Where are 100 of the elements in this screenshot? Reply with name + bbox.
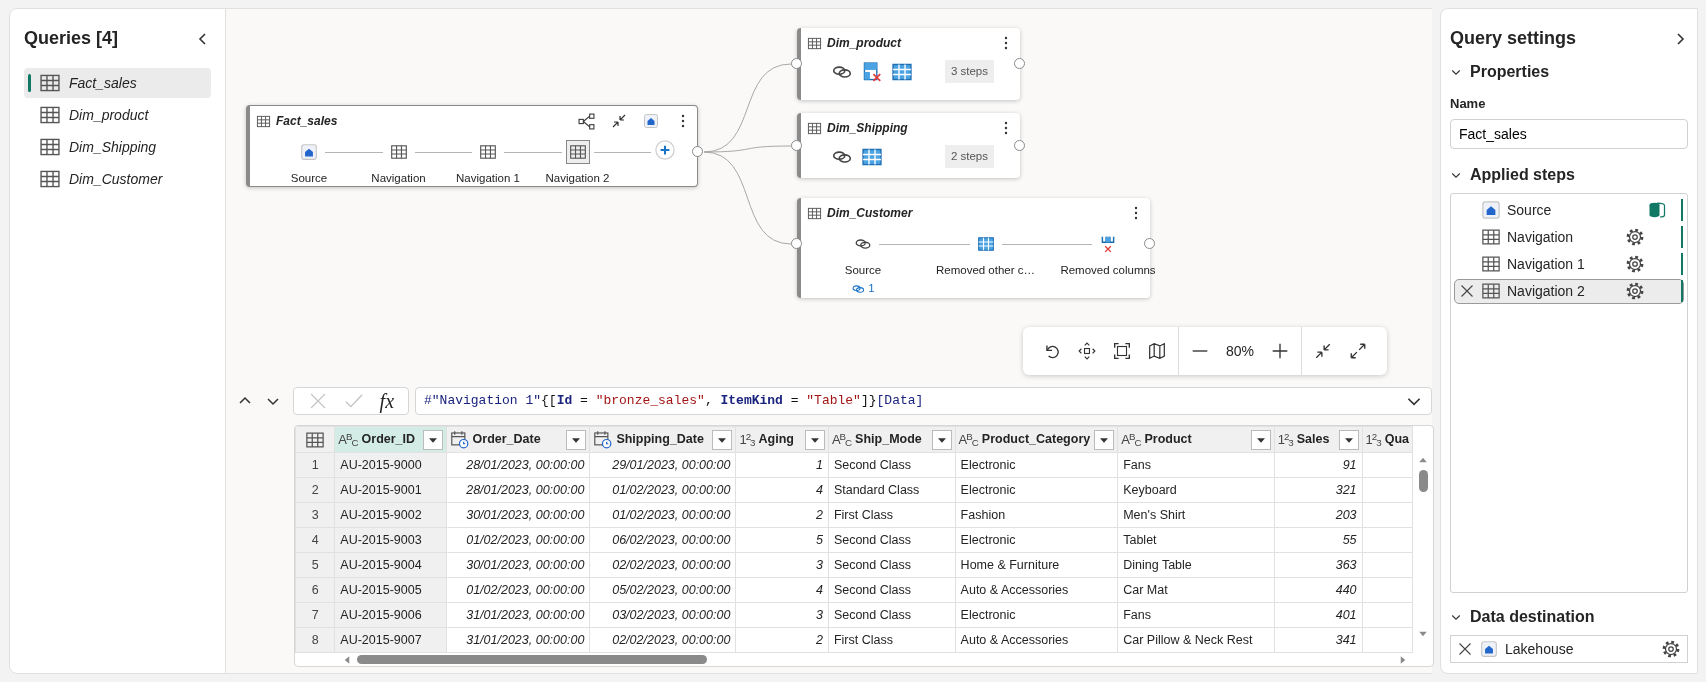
filter-button[interactable]	[566, 429, 587, 450]
filter-button[interactable]	[712, 429, 733, 450]
table-cell: Keyboard	[1117, 477, 1275, 503]
step-count: 3 steps	[944, 60, 994, 84]
applied-step[interactable]: Source	[1454, 197, 1684, 223]
column-header[interactable]: 1$^{2}$$_{3}$ Qua	[1362, 426, 1413, 453]
table-cell: 91	[1274, 452, 1363, 478]
connection-port[interactable]	[1014, 140, 1025, 151]
remove-rows-icon[interactable]	[861, 60, 883, 83]
column-header[interactable]: Order_Date	[446, 426, 590, 453]
table-icon	[1481, 281, 1501, 301]
settings-icon[interactable]	[1625, 281, 1645, 301]
destination-item[interactable]: Lakehouse	[1450, 635, 1688, 663]
table-cell: AU-2015-9000	[334, 452, 447, 478]
step-label: Navigation 2	[1507, 281, 1586, 301]
table-icon	[256, 113, 271, 129]
applied-step[interactable]: Navigation 1	[1454, 251, 1684, 277]
column-header[interactable]: A$^{B}$$_{C}$ Product	[1117, 426, 1275, 453]
lakehouse-icon[interactable]	[643, 113, 659, 129]
undo-icon[interactable]	[1043, 342, 1061, 360]
step-label: Removed columns	[1060, 263, 1156, 278]
step-label: Navigation 1	[456, 171, 520, 186]
table-cell: 4	[735, 577, 829, 603]
row-number: 3	[295, 502, 335, 528]
column-header[interactable]: A$^{B}$$_{C}$ Product_Category	[955, 426, 1118, 453]
database-icon	[1647, 200, 1667, 220]
column-header[interactable]: A$^{B}$$_{C}$ Ship_Mode	[828, 426, 956, 453]
connector-line	[504, 152, 562, 153]
filter-button[interactable]	[1250, 429, 1271, 450]
connection-port[interactable]	[1014, 58, 1025, 69]
applied-step[interactable]: Navigation	[1454, 224, 1684, 250]
query-node[interactable]: Dim_Shipping 2 steps	[797, 113, 1020, 178]
filter-button[interactable]	[804, 429, 825, 450]
column-header[interactable]: Shipping_Date	[589, 426, 736, 453]
table-cell: Auto & Accessories	[955, 627, 1118, 653]
column-header[interactable]: 1$^{2}$$_{3}$ Aging	[735, 426, 829, 453]
formula-field[interactable]: #"Navigation 1"{[Id = "bronze_sales", ItemKind = "Table"]}[Data]	[415, 387, 1432, 415]
row-number: 4	[295, 527, 335, 553]
query-node[interactable]: Dim_product 3 steps	[797, 28, 1020, 100]
expand-icon[interactable]	[1349, 342, 1368, 360]
function-button[interactable]: fx	[379, 391, 395, 411]
table-cell: 3	[735, 602, 829, 628]
table-cell: 1	[735, 452, 829, 478]
fit-icon[interactable]	[1113, 342, 1131, 360]
settings-icon[interactable]	[1625, 227, 1645, 247]
table-cell: 06/02/2023, 00:00:00	[589, 527, 736, 553]
scrollbar-thumb[interactable]	[357, 655, 707, 664]
column-header[interactable]: A$^{B}$$_{C}$ Order_ID	[334, 426, 447, 453]
column-name: Order_Date	[472, 431, 541, 449]
section-heading: Applied steps	[1470, 164, 1575, 185]
scrollbar-thumb[interactable]	[1418, 470, 1428, 492]
date-time-icon	[449, 430, 469, 449]
table-cell: Fashion	[955, 502, 1118, 528]
delete-icon[interactable]	[1457, 641, 1473, 657]
filter-button[interactable]	[931, 429, 952, 450]
collapse-icon[interactable]	[611, 113, 627, 129]
connection-port[interactable]	[692, 146, 703, 157]
table-icon	[39, 168, 61, 190]
table-cell: Dining Table	[1117, 552, 1275, 578]
pan-icon[interactable]	[1078, 342, 1096, 360]
settings-icon[interactable]	[1661, 639, 1681, 659]
applied-step[interactable]: Navigation 2	[1454, 278, 1684, 304]
zoom-in-icon[interactable]	[1271, 342, 1290, 360]
table-cell: Second Class	[828, 577, 956, 603]
row-number: 8	[295, 627, 335, 653]
delete-icon[interactable]	[1459, 283, 1475, 299]
filter-button[interactable]	[1338, 429, 1359, 450]
diagram-icon[interactable]	[578, 112, 595, 130]
row-number: 1	[295, 452, 335, 478]
table-cell: 02/02/2023, 00:00:00	[589, 627, 736, 653]
table-cell: Standard Class	[828, 477, 956, 503]
map-icon[interactable]	[1148, 342, 1166, 360]
filter-button[interactable]	[422, 429, 443, 450]
query-item[interactable]: Dim_Shipping	[24, 132, 211, 162]
name-field[interactable]: Fact_sales	[1450, 118, 1688, 149]
connection-port[interactable]	[791, 58, 802, 69]
step-label: Removed other c…	[935, 263, 1036, 278]
query-node[interactable]: Fact_sales Source Navigation Navigation 1 Navigation 2	[246, 105, 698, 187]
link-count[interactable]: 1	[868, 280, 875, 298]
table-icon[interactable]	[565, 140, 590, 164]
row-number: 6	[295, 577, 335, 603]
column-header[interactable]: 1$^{2}$$_{3}$ Sales	[1274, 426, 1363, 453]
table-icon	[1481, 227, 1501, 247]
filter-button[interactable]	[1094, 429, 1115, 450]
connection-port[interactable]	[791, 140, 802, 151]
connection-port[interactable]	[1144, 238, 1155, 249]
table-cell: 01/02/2023, 00:00:00	[446, 527, 590, 553]
connection-port[interactable]	[791, 238, 802, 249]
settings-icon[interactable]	[1625, 254, 1645, 274]
collapse-icon[interactable]	[1314, 342, 1333, 360]
query-item[interactable]: Dim_Customer	[24, 164, 211, 194]
table-cell: 31/01/2023, 00:00:00	[446, 602, 590, 628]
table-icon[interactable]	[305, 429, 326, 450]
table-cell: 05/02/2023, 00:00:00	[589, 577, 736, 603]
row-number: 5	[295, 552, 335, 578]
step-label: Source	[1507, 200, 1553, 220]
query-item[interactable]: Dim_product	[24, 100, 211, 130]
zoom-level: 80%	[1226, 341, 1255, 361]
add-step-button[interactable]	[655, 140, 675, 160]
query-item[interactable]: Fact_sales	[24, 68, 211, 98]
